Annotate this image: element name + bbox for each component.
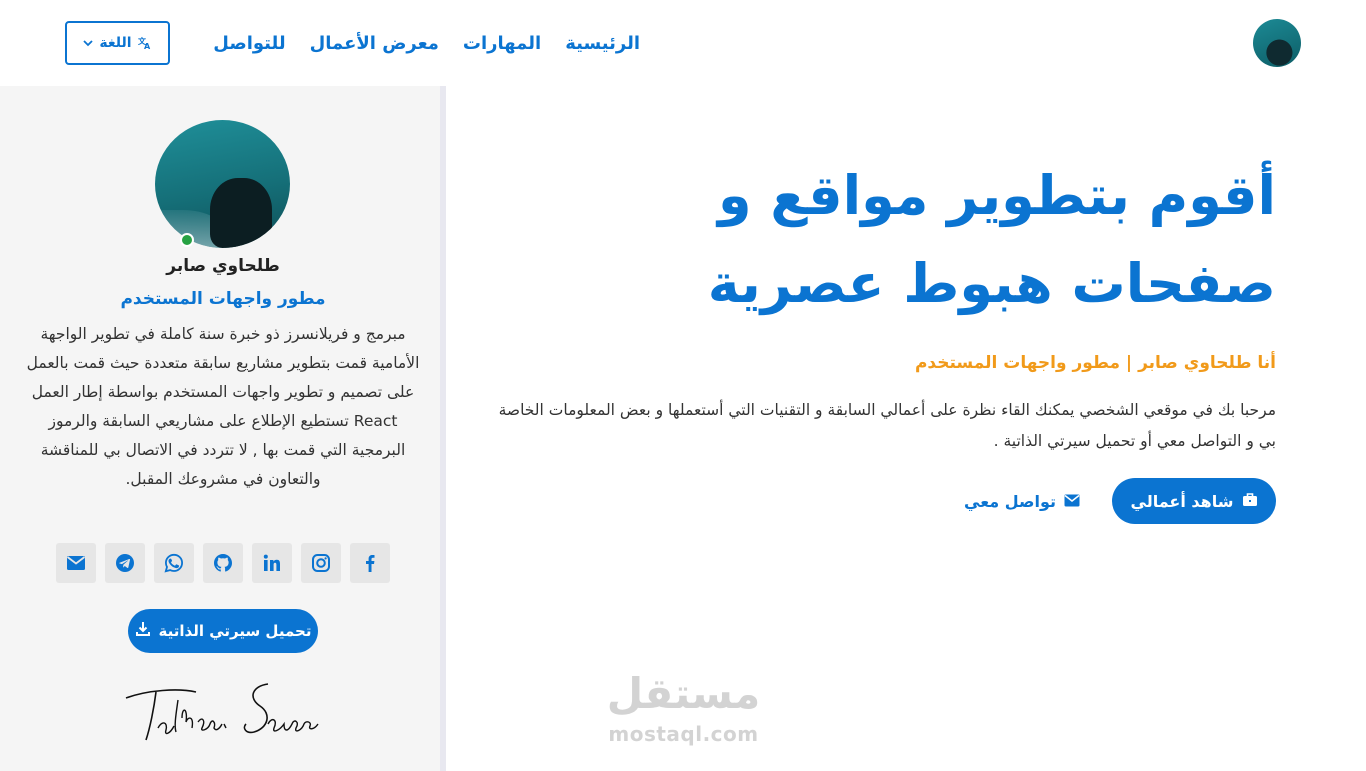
download-cv-label: تحميل سيرتي الذاتية bbox=[158, 622, 312, 640]
watermark-arabic: مستقل bbox=[606, 669, 761, 718]
download-icon bbox=[135, 621, 151, 641]
profile-bio: مبرمج و فريلانسرز ذو خبرة سنة كاملة في ت… bbox=[26, 325, 420, 488]
watermark-url: mostaql.com bbox=[608, 722, 759, 746]
profile-role: مطور واجهات المستخدم bbox=[120, 289, 326, 309]
online-status-dot bbox=[180, 233, 194, 247]
briefcase-icon bbox=[1242, 492, 1258, 511]
nav-link-contact[interactable]: للتواصل bbox=[213, 31, 285, 57]
nav-link-skills[interactable]: المهارات bbox=[463, 31, 541, 57]
navbar: الرئيسية المهارات معرض الأعمال للتواصل ا… bbox=[0, 0, 1366, 86]
translate-icon: 文A bbox=[138, 36, 152, 50]
nav-links: الرئيسية المهارات معرض الأعمال للتواصل bbox=[200, 31, 640, 57]
view-works-button[interactable]: شاهد أعمالي bbox=[1112, 478, 1276, 524]
hero-title: أقوم بتطوير مواقع و صفحات هبوط عصرية bbox=[707, 164, 1276, 315]
linkedin-icon[interactable] bbox=[252, 543, 292, 583]
github-icon[interactable] bbox=[203, 543, 243, 583]
social-links bbox=[56, 543, 390, 583]
envelope-icon bbox=[1064, 492, 1080, 511]
svg-text:A: A bbox=[144, 42, 151, 50]
profile-photo bbox=[155, 120, 290, 248]
download-cv-button[interactable]: تحميل سيرتي الذاتية bbox=[128, 609, 318, 653]
profile-sidebar: طلحاوي صابر مطور واجهات المستخدم مبرمج و… bbox=[0, 86, 446, 771]
nav-link-portfolio[interactable]: معرض الأعمال bbox=[310, 31, 439, 57]
view-works-label: شاهد أعمالي bbox=[1130, 491, 1234, 511]
hero-subtitle: أنا طلحاوي صابر | مطور واجهات المستخدم bbox=[914, 353, 1276, 373]
contact-me-button[interactable]: تواصل معي bbox=[952, 478, 1092, 524]
mostaql-watermark: مستقل mostaql.com bbox=[596, 668, 771, 758]
telegram-icon[interactable] bbox=[105, 543, 145, 583]
language-label: اللغة bbox=[99, 35, 132, 51]
nav-link-home[interactable]: الرئيسية bbox=[565, 31, 640, 57]
whatsapp-icon[interactable] bbox=[154, 543, 194, 583]
photo-person bbox=[210, 178, 272, 248]
contact-me-label: تواصل معي bbox=[964, 491, 1056, 511]
instagram-icon[interactable] bbox=[301, 543, 341, 583]
facebook-icon[interactable] bbox=[350, 543, 390, 583]
email-icon[interactable] bbox=[56, 543, 96, 583]
hero-description: مرحبا بك في موقعي الشخصي يمكنك القاء نظر… bbox=[498, 401, 1276, 450]
nav-avatar[interactable] bbox=[1253, 19, 1301, 67]
signature-image bbox=[118, 678, 328, 758]
profile-name: طلحاوي صابر bbox=[166, 256, 280, 276]
language-dropdown[interactable]: اللغة 文A bbox=[65, 21, 170, 65]
chevron-down-icon bbox=[83, 39, 94, 47]
